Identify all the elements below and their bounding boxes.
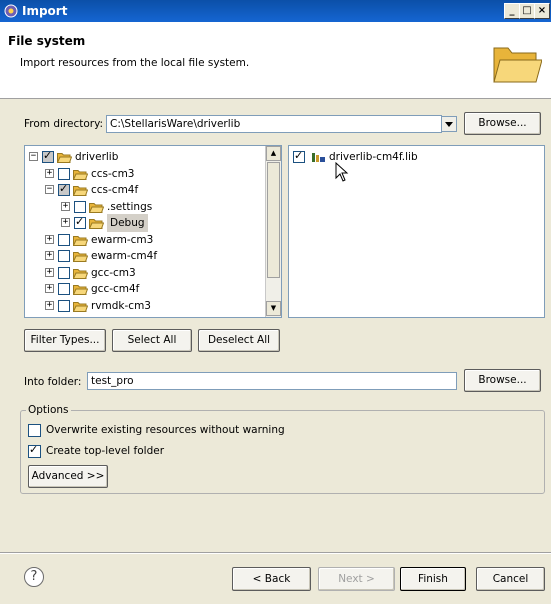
scroll-up-button[interactable]: ▲: [266, 146, 281, 161]
wizard-header: File system Import resources from the lo…: [0, 22, 551, 99]
from-directory-browse-button[interactable]: Browse...: [464, 112, 541, 135]
folder-banner-icon: [493, 47, 542, 83]
minimize-button[interactable]: _: [504, 3, 520, 19]
into-folder-label: Into folder:: [24, 376, 82, 388]
filter-types-button[interactable]: Filter Types...: [24, 329, 106, 352]
tree-checkbox[interactable]: ✓: [42, 149, 54, 163]
create-top-level-label: Create top-level folder: [46, 445, 165, 457]
checkmark-icon: ✓: [43, 149, 53, 162]
title-bar: Import _ □ ×: [0, 0, 551, 22]
maximize-button[interactable]: □: [519, 3, 535, 19]
window-title: Import: [22, 4, 68, 18]
folder-icon: [89, 202, 104, 213]
overwrite-checkbox[interactable]: [28, 424, 41, 437]
tree-item-label: gcc-cm3: [91, 266, 136, 279]
overwrite-label: Overwrite existing resources without war…: [46, 424, 285, 436]
scroll-down-button[interactable]: ▼: [266, 301, 281, 316]
checkmark-icon: ✓: [29, 443, 39, 456]
tree-checkbox[interactable]: ✓: [58, 182, 70, 196]
expand-icon[interactable]: +: [45, 284, 54, 293]
folder-tree[interactable]: − ✓ driverlib + ccs-cm3− ✓ ccs-cm4f + .settings +…: [24, 145, 282, 318]
tree-item-label: .settings: [107, 200, 153, 213]
cursor-arrow-icon: [335, 162, 349, 182]
from-directory-input[interactable]: C:\StellarisWare\driverlib: [106, 115, 442, 133]
scroll-thumb[interactable]: [267, 162, 280, 278]
finish-button[interactable]: Finish: [400, 567, 466, 591]
expand-icon[interactable]: +: [45, 168, 54, 178]
back-button[interactable]: < Back: [232, 567, 311, 591]
expand-icon[interactable]: +: [45, 234, 54, 244]
folder-icon: [73, 285, 88, 295]
folder-icon: [73, 235, 88, 246]
app-icon: [4, 4, 18, 18]
tree-scrollbar[interactable]: ▲ ▼: [265, 146, 281, 317]
tree-item-label: rvmdk-cm3: [91, 299, 151, 312]
checkmark-icon: ✓: [59, 182, 69, 195]
tree-item-label: ccs-cm3: [91, 167, 135, 180]
options-title: Options: [26, 404, 71, 416]
tree-checkbox[interactable]: [58, 266, 70, 279]
collapse-icon[interactable]: −: [45, 185, 54, 194]
tree-checkbox[interactable]: [58, 233, 70, 246]
expand-icon[interactable]: +: [45, 267, 54, 277]
chevron-down-icon: [445, 122, 453, 127]
tree-checkbox[interactable]: [58, 299, 70, 312]
select-all-button[interactable]: Select All: [112, 329, 192, 352]
expand-icon[interactable]: +: [45, 251, 54, 260]
tree-item-label: Debug: [107, 214, 148, 232]
tree-item-label: ewarm-cm4f: [91, 250, 158, 262]
close-button[interactable]: ×: [534, 3, 550, 19]
page-title: File system: [8, 34, 86, 48]
file-list[interactable]: ✓ driverlib-cm4f.lib: [288, 145, 545, 318]
tree-checkbox[interactable]: [58, 250, 70, 262]
folder-icon: [89, 219, 104, 229]
next-button: Next >: [318, 567, 395, 591]
footer-separator: [0, 552, 551, 554]
tree-item-label: gcc-cm4f: [91, 283, 140, 295]
deselect-all-button[interactable]: Deselect All: [198, 329, 280, 352]
from-directory-dropdown[interactable]: [441, 116, 457, 132]
into-folder-input[interactable]: test_pro: [87, 372, 457, 390]
tree-checkbox[interactable]: [58, 283, 70, 295]
tree-item-label: ccs-cm4f: [91, 184, 139, 196]
help-icon[interactable]: ?: [24, 567, 44, 587]
advanced-button[interactable]: Advanced >>: [28, 465, 108, 488]
folder-icon: [73, 301, 88, 312]
file-checkbox[interactable]: ✓: [293, 149, 305, 163]
folder-icon: [57, 153, 72, 163]
tree-checkbox[interactable]: [74, 200, 86, 213]
tree-checkbox[interactable]: [58, 167, 70, 180]
tree-item-label: driverlib: [75, 151, 119, 163]
tree-item-label: ewarm-cm3: [91, 233, 154, 246]
tree-checkbox[interactable]: ✓: [74, 215, 86, 229]
checkmark-icon: ✓: [75, 215, 85, 228]
folder-icon: [73, 169, 88, 180]
folder-icon: [73, 252, 88, 262]
folder-icon: [73, 186, 88, 196]
create-top-level-checkbox[interactable]: ✓: [28, 443, 41, 458]
into-folder-browse-button[interactable]: Browse...: [464, 369, 541, 392]
page-description: Import resources from the local file sys…: [20, 57, 250, 69]
from-directory-label: From directory:: [24, 118, 104, 130]
expand-icon[interactable]: +: [61, 218, 70, 227]
library-icon: [312, 153, 325, 162]
cancel-button[interactable]: Cancel: [476, 567, 545, 591]
collapse-icon[interactable]: −: [29, 152, 38, 161]
expand-icon[interactable]: +: [45, 300, 54, 310]
expand-icon[interactable]: +: [61, 201, 70, 211]
folder-icon: [73, 268, 88, 279]
